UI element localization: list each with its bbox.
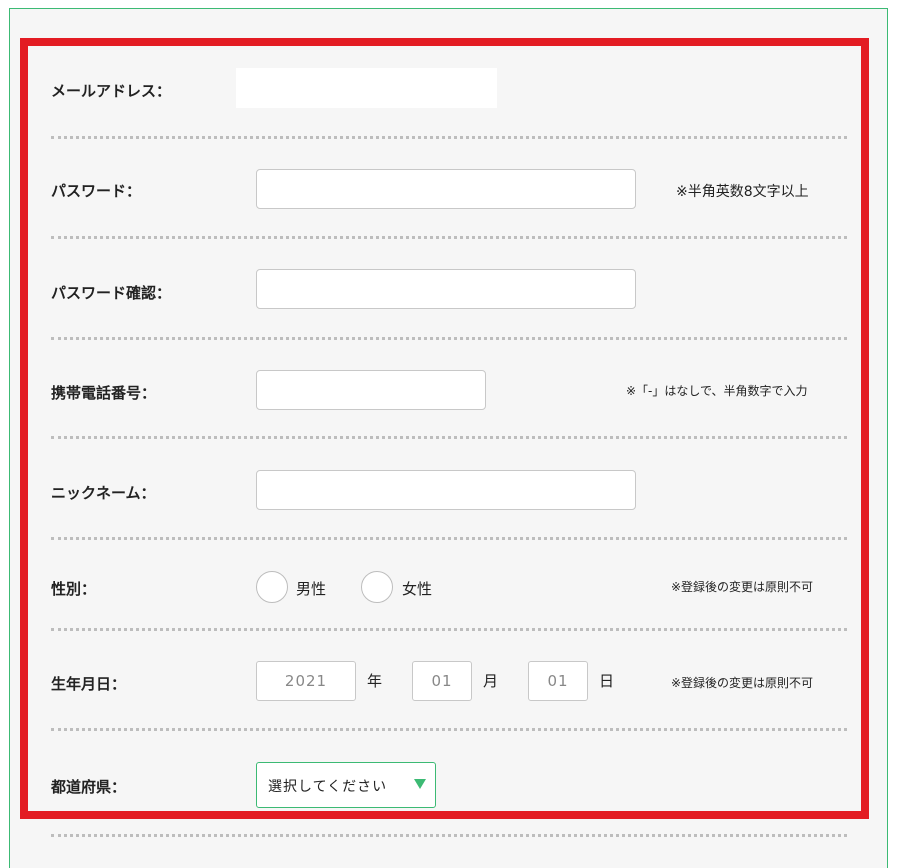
phone-field[interactable] (256, 370, 486, 410)
radio-female-label[interactable]: 女性 (402, 578, 432, 599)
password-confirm-label: パスワード確認： (51, 284, 172, 302)
password-label: パスワード： (51, 182, 142, 200)
password-confirm-field[interactable] (256, 269, 636, 309)
nickname-label: ニックネーム： (51, 484, 156, 502)
birthday-label: 生年月日： (51, 675, 127, 693)
birth-year-field[interactable]: 2021 (256, 661, 356, 701)
phone-label: 携帯電話番号： (51, 384, 157, 402)
phone-note: ※「-」はなしで、半角数字で入力 (626, 384, 808, 398)
divider (51, 834, 847, 837)
prefecture-label: 都道府県： (51, 778, 127, 796)
divider (51, 236, 847, 239)
nickname-field[interactable] (256, 470, 636, 510)
divider (51, 728, 847, 731)
day-unit: 日 (599, 672, 615, 690)
prefecture-select[interactable]: 選択してください (256, 762, 436, 808)
radio-female[interactable] (361, 571, 393, 603)
email-label: メールアドレス： (51, 82, 172, 100)
year-unit: 年 (367, 672, 383, 690)
gender-label: 性別： (51, 580, 97, 598)
divider (51, 628, 847, 631)
birth-day-field[interactable]: 01 (528, 661, 588, 701)
divider (51, 436, 847, 439)
radio-male-label[interactable]: 男性 (296, 578, 326, 599)
birthday-note: ※登録後の変更は原則不可 (671, 676, 814, 690)
prefecture-select-value: 選択してください (268, 779, 388, 795)
email-field[interactable] (236, 68, 497, 108)
gender-note: ※登録後の変更は原則不可 (671, 580, 814, 594)
month-unit: 月 (483, 672, 499, 690)
password-field[interactable] (256, 169, 636, 209)
dropdown-arrow-icon (414, 779, 426, 789)
password-note: ※半角英数8文字以上 (676, 184, 809, 200)
divider (51, 337, 847, 340)
divider (51, 136, 847, 139)
divider (51, 537, 847, 540)
radio-male[interactable] (256, 571, 288, 603)
birth-month-field[interactable]: 01 (412, 661, 472, 701)
